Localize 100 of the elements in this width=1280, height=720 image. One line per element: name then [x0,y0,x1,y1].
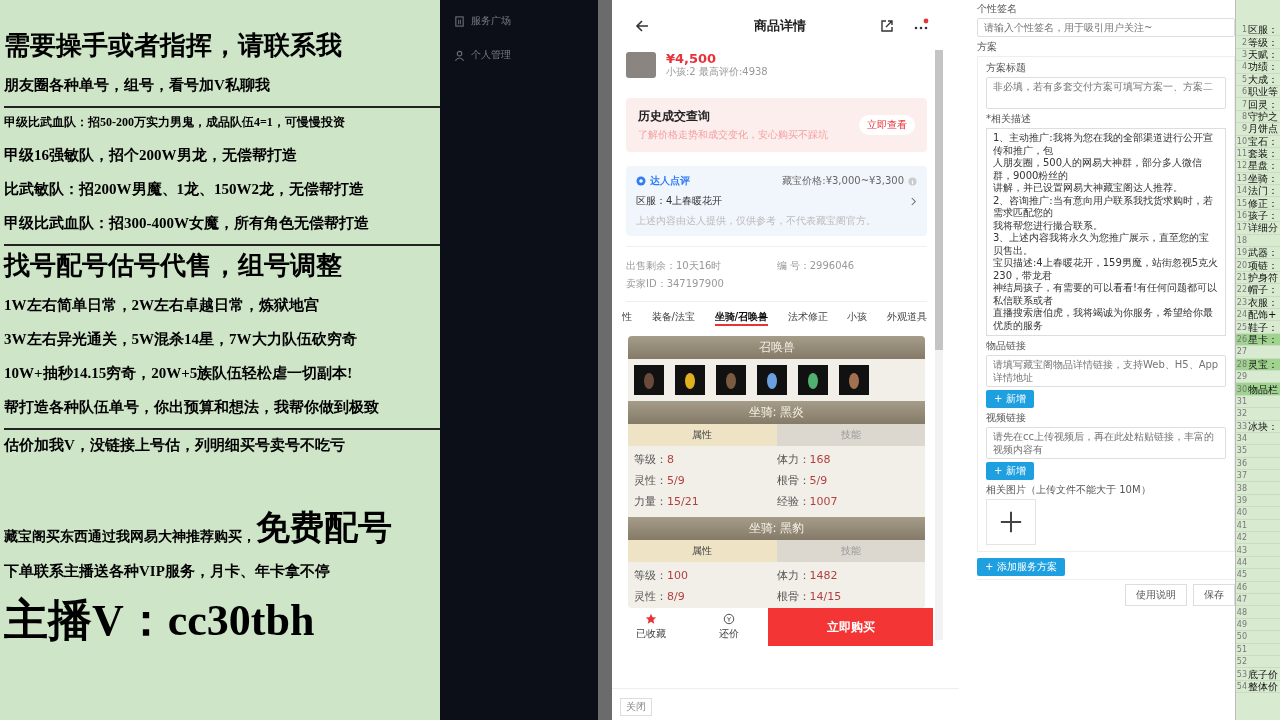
sheet-cell: 物品栏 [1248,383,1278,395]
row-number: 38 [1236,483,1247,493]
row-number: 6 [1240,87,1247,97]
stat-label: 根骨： [776,590,810,603]
signature-field[interactable]: 请输入个性签名，用于吸引用户关注~ [977,18,1235,37]
promo-line: 估价加我V，没链接上号估，列明细买号卖号不吃亏 [4,436,346,455]
row-number: 46 [1236,582,1247,592]
stat-label: 经验： [776,495,810,508]
row-number: 7 [1240,99,1247,109]
row-number: 10 [1236,136,1247,146]
help-button[interactable]: 使用说明 [1125,584,1187,606]
back-arrow-icon[interactable] [634,18,650,34]
sheet-cell: 回灵： [1248,98,1278,110]
row-number: 17 [1236,223,1247,233]
row-number: 34 [1236,434,1247,444]
scrollbar[interactable] [935,50,943,350]
creature-icon[interactable] [798,365,828,395]
row-number: 22 [1236,285,1247,295]
tab[interactable]: 外观道具 [887,310,927,326]
tab[interactable]: 属性 [628,424,777,446]
item-link-field[interactable]: 请填写藏宝阁物品详情链接，支持Web、H5、App详情地址 [986,355,1226,387]
row-number: 23 [1236,297,1247,307]
row-number: 20 [1236,260,1247,270]
row-number: 54 [1236,681,1247,691]
stat-label: 等级： [634,453,667,466]
building-icon [454,15,465,27]
close-button[interactable]: 关闭 [620,698,652,716]
stat-value: 8 [667,453,674,466]
video-link-field[interactable]: 请先在cc上传视频后，再在此处粘贴链接，丰富的视频内容有 [986,427,1226,459]
sheet-cell: 宝石： [1248,135,1278,147]
sidebar-item[interactable]: 个人管理 [471,48,511,62]
sheet-cell: 区服： [1248,24,1278,36]
sheet-cell: 坐骑： [1248,172,1278,184]
sheet-cell: 大成： [1248,73,1278,85]
description-field[interactable]: 1、主动推广:我将为您在我的全部渠道进行公开宣传和推广，包 人朋友圈，500人的网易大神群，部分多人微信群，9000粉丝的 讲解，并已设置网易大神藏宝阁达人推荐。 2、咨询推广:当有意向用户联系我找货求购时，若需求匹配您的 我将帮您进行撮合联系。 3、上述内容我将永久为您推广展示，直至您的宝贝售出。 宝贝描述:4上春暖花开，159男魔，站街忽视5克火230，带龙君 神结局孩子，有需要的可以看看!有任何问题都可以私信联系或者 直播搜索唐伯虎，我将竭诚为你服务，希望给你最优质的服务 [986,128,1226,336]
sheet-cell: 项链： [1248,259,1278,271]
stat-value: 15/21 [667,495,699,508]
row-number: 5 [1240,74,1247,84]
field-label: 物品链接 [986,339,1027,352]
row-number: 19 [1236,248,1247,258]
stat-label: 力量： [634,495,667,508]
buy-now-button[interactable]: 立即购买 [768,608,933,646]
stat-value: 5/9 [667,474,685,487]
field-label: *相关描述 [986,112,1032,125]
promo-line: 藏宝阁买东西通过我网易大神推荐购买， [4,528,256,546]
row-number: 25 [1236,322,1247,332]
row-number: 18 [1236,235,1247,245]
tab[interactable]: 性 [622,310,632,326]
tab[interactable]: 装备/法宝 [651,310,695,326]
promo-line: 朋友圈各种单号，组号，看号加V私聊我 [4,76,271,95]
sheet-cell: 修正： [1248,197,1278,209]
sheet-cell: 鞋子： [1248,321,1278,333]
review-title: 达人点评 [650,174,690,188]
stat-label: 根骨： [776,474,810,487]
row-number: 13 [1236,173,1247,183]
promo-heading: 需要操手或者指挥，请联系我 [4,30,343,62]
stat-label: 等级： [634,569,667,582]
plan-title-field[interactable]: 非必填，若有多套交付方案可填写方案一、方案二 [986,77,1226,109]
photo-placeholder [626,52,656,78]
stat-value: 1482 [809,569,838,582]
star-icon [645,613,657,625]
row-number: 8 [1240,111,1247,121]
history-title: 历史成交查询 [638,108,711,125]
creature-icon[interactable] [839,365,869,395]
page-title: 商品详情 [752,17,807,35]
row-number: 35 [1236,446,1247,456]
upload-tile[interactable] [986,499,1036,545]
save-button[interactable]: 保存 [1193,584,1235,606]
sheet-cell: 护身符 [1248,272,1278,283]
promo-line: 甲级比武血队：招300-400W女魔，所有角色无偿帮打造 [4,214,370,233]
row-number: 48 [1236,607,1247,617]
plus-icon [1000,511,1022,533]
section-header: 坐骑: 黑豹 [628,517,925,540]
row-number: 31 [1236,396,1247,406]
view-button[interactable]: 立即查看 [859,115,915,135]
share-icon[interactable] [879,18,895,34]
chevron-right-icon[interactable] [910,196,917,206]
stat-label: 灵性： [634,474,667,487]
row-number: 11 [1236,149,1247,159]
promo-line: 比武敏队：招200W男魔、1龙、150W2龙，无偿帮打造 [4,180,365,199]
creature-icon[interactable] [757,365,787,395]
tab[interactable]: 属性 [628,540,777,562]
promo-line: 甲级16强敏队，招个200W男龙，无偿帮打造 [4,146,298,165]
tab[interactable]: 法术修正 [787,310,828,326]
stat-value: 14/15 [809,590,842,603]
row-number: 39 [1236,496,1247,506]
sheet-cell: 冰块： [1248,420,1278,432]
tab[interactable]: 小孩 [847,310,868,326]
server-name: 区服：4上春暖花开 [636,194,723,208]
row-number: 3 [1240,49,1247,59]
row-number: 47 [1236,595,1247,605]
chat-bubble-icon [636,176,646,186]
price: ¥4,500 [666,52,718,65]
sidebar-item[interactable]: 服务广场 [471,14,511,28]
creature-icon[interactable] [675,365,705,395]
row-number: 32 [1236,409,1247,419]
stat-value: 100 [667,569,688,582]
row-number: 16 [1236,211,1247,221]
row-number: 15 [1236,198,1247,208]
tab[interactable]: 坐骑/召唤兽 [714,310,769,326]
